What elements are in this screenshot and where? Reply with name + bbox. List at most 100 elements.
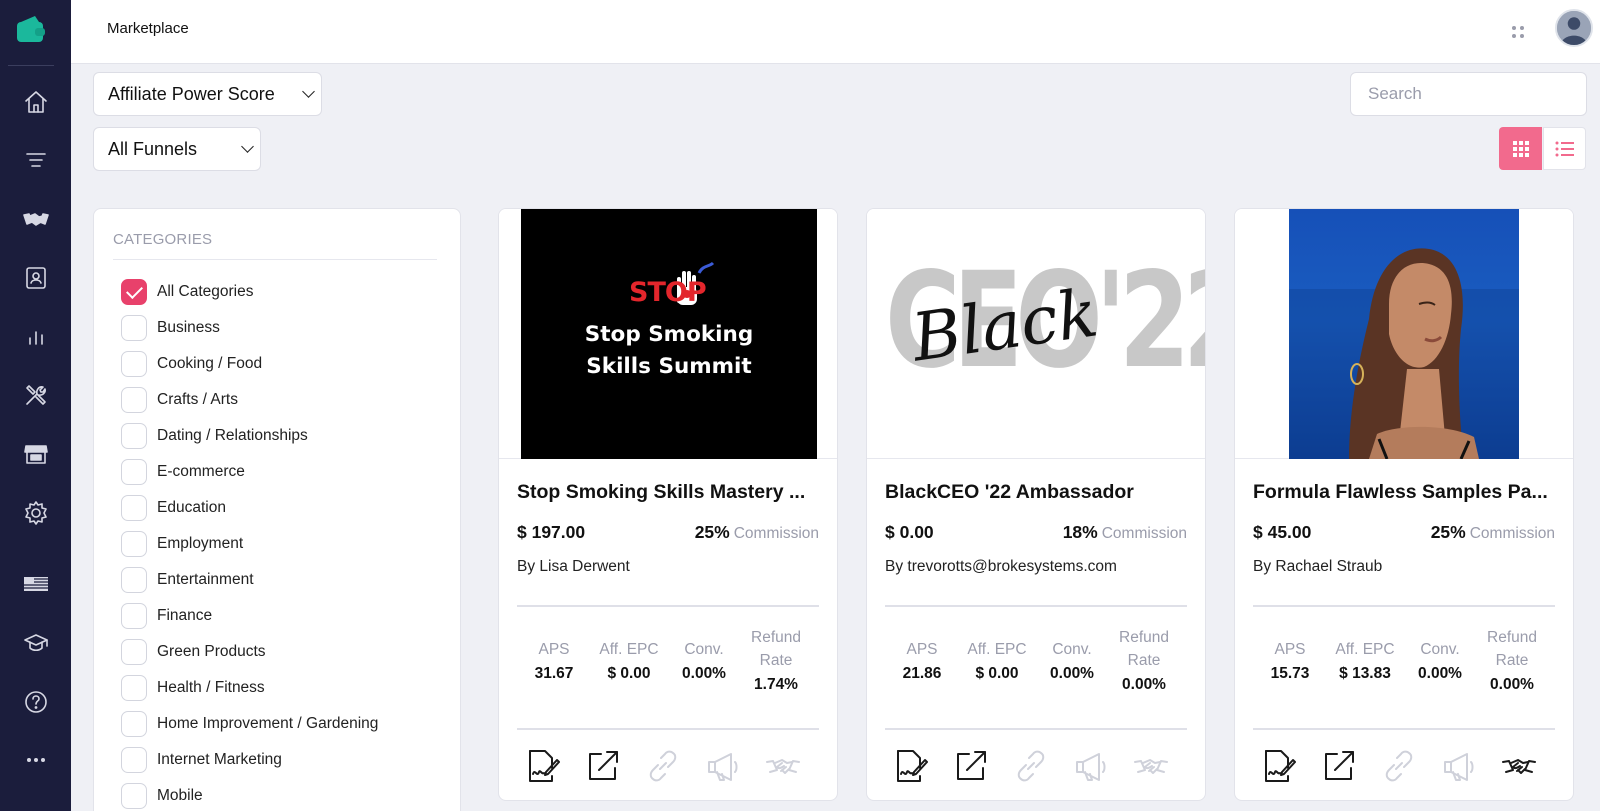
card-actions (885, 744, 1187, 788)
category-item[interactable]: Internet Marketing (121, 746, 282, 774)
partner-button[interactable] (1497, 744, 1541, 788)
category-checkbox[interactable] (121, 747, 147, 773)
card-divider (1253, 605, 1555, 607)
category-item[interactable]: Health / Fitness (121, 674, 265, 702)
copy-link-button[interactable] (1377, 744, 1421, 788)
stat-value: $ 13.83 (1339, 665, 1391, 682)
category-label: Dating / Relationships (157, 427, 308, 444)
menu-lines-icon (25, 153, 46, 167)
promote-button[interactable] (701, 744, 745, 788)
category-item[interactable]: Home Improvement / Gardening (121, 710, 378, 738)
category-item[interactable]: Dating / Relationships (121, 422, 308, 450)
category-label: Green Products (157, 643, 266, 660)
sidebar-item-reports[interactable] (0, 317, 71, 357)
product-image[interactable]: STOP Stop Smoking Skills Summit (499, 209, 837, 459)
sidebar-item-academy[interactable] (0, 623, 71, 663)
category-checkbox[interactable] (121, 639, 147, 665)
app-logo-icon[interactable] (15, 14, 47, 44)
chevron-down-icon (241, 140, 254, 153)
category-item[interactable]: Employment (121, 530, 243, 558)
sign-agreement-button[interactable] (521, 744, 565, 788)
product-name[interactable]: Formula Flawless Samples Pa... (1253, 481, 1555, 504)
product-card[interactable]: Formula Flawless Samples Pa... $ 45.00 2… (1234, 208, 1574, 801)
category-item[interactable]: Cooking / Food (121, 350, 262, 378)
category-item[interactable]: Green Products (121, 638, 266, 666)
category-checkbox[interactable] (121, 315, 147, 341)
sidebar-item-affiliates[interactable] (0, 199, 71, 239)
open-product-button[interactable] (949, 744, 993, 788)
open-product-button[interactable] (1317, 744, 1361, 788)
category-checkbox[interactable] (121, 603, 147, 629)
open-product-button[interactable] (581, 744, 625, 788)
category-item[interactable]: E-commerce (121, 458, 245, 486)
category-checkbox[interactable] (121, 387, 147, 413)
category-checkbox[interactable] (121, 351, 147, 377)
sign-agreement-button[interactable] (889, 744, 933, 788)
portrait-illustration (1289, 248, 1519, 459)
product-card[interactable]: STOP Stop Smoking Skills Summit Stop Smo… (498, 208, 838, 801)
stat-label: Aff. EPC (967, 641, 1027, 658)
stat-value: 0.00% (1122, 676, 1166, 693)
sidebar-item-more[interactable] (0, 740, 71, 780)
sidebar-item-marketplace[interactable] (0, 434, 71, 474)
list-view-button[interactable] (1543, 127, 1586, 170)
apps-grid-icon[interactable] (1504, 18, 1532, 46)
promote-button[interactable] (1437, 744, 1481, 788)
category-item[interactable]: All Categories (121, 278, 254, 306)
category-checkbox[interactable] (121, 495, 147, 521)
partner-button[interactable] (1129, 744, 1173, 788)
external-link-icon (957, 751, 986, 780)
product-name[interactable]: Stop Smoking Skills Mastery ... (517, 481, 819, 504)
copy-link-button[interactable] (1009, 744, 1053, 788)
stat-refund: Refund Rate 0.00% (1477, 626, 1547, 694)
category-item[interactable]: Business (121, 314, 220, 342)
sidebar-item-tools[interactable] (0, 375, 71, 415)
category-checkbox[interactable] (121, 675, 147, 701)
stat-refund: Refund Rate 0.00% (1109, 626, 1179, 694)
search-input[interactable] (1350, 72, 1587, 116)
stat-value: 15.73 (1270, 665, 1310, 682)
product-name[interactable]: BlackCEO '22 Ambassador (885, 481, 1187, 504)
category-label: All Categories (157, 283, 254, 300)
commission-label: Commission (1101, 525, 1187, 542)
product-image[interactable] (1235, 209, 1573, 459)
copy-link-button[interactable] (641, 744, 685, 788)
sidebar-item-menu[interactable] (0, 140, 71, 180)
sidebar-item-language[interactable] (0, 564, 71, 604)
sidebar-item-help[interactable] (0, 682, 71, 722)
product-vendor: By Lisa Derwent (517, 558, 630, 575)
funnel-select[interactable]: All Funnels (93, 127, 261, 171)
help-icon (24, 691, 47, 713)
stat-label: Refund (1119, 629, 1169, 646)
category-checkbox[interactable] (121, 279, 147, 305)
stat-label: Rate (1127, 652, 1161, 669)
more-icon (26, 758, 45, 762)
categories-heading: CATEGORIES (113, 231, 213, 248)
partner-button[interactable] (761, 744, 805, 788)
sort-select[interactable]: Affiliate Power Score (93, 72, 322, 116)
category-checkbox[interactable] (121, 459, 147, 485)
sidebar-item-home[interactable] (0, 82, 71, 122)
top-bar: Marketplace (71, 0, 1600, 64)
category-item[interactable]: Entertainment (121, 566, 254, 594)
sidebar-item-settings[interactable] (0, 493, 71, 533)
category-checkbox[interactable] (121, 531, 147, 557)
category-checkbox[interactable] (121, 711, 147, 737)
category-item[interactable]: Crafts / Arts (121, 386, 238, 414)
stat-value: 0.00% (1490, 676, 1534, 693)
category-checkbox[interactable] (121, 783, 147, 809)
promote-button[interactable] (1069, 744, 1113, 788)
sign-agreement-button[interactable] (1257, 744, 1301, 788)
grid-icon (1512, 140, 1529, 157)
product-card[interactable]: CEO'22 Black BlackCEO '22 Ambassador $ 0… (866, 208, 1206, 801)
category-item[interactable]: Finance (121, 602, 212, 630)
category-checkbox[interactable] (121, 423, 147, 449)
user-avatar[interactable] (1555, 9, 1593, 47)
product-image[interactable]: CEO'22 Black (867, 209, 1205, 459)
handshake-icon (766, 759, 800, 774)
category-checkbox[interactable] (121, 567, 147, 593)
category-item[interactable]: Mobile (121, 782, 203, 810)
sidebar-item-contacts[interactable] (0, 258, 71, 298)
category-item[interactable]: Education (121, 494, 226, 522)
grid-view-button[interactable] (1499, 127, 1542, 170)
